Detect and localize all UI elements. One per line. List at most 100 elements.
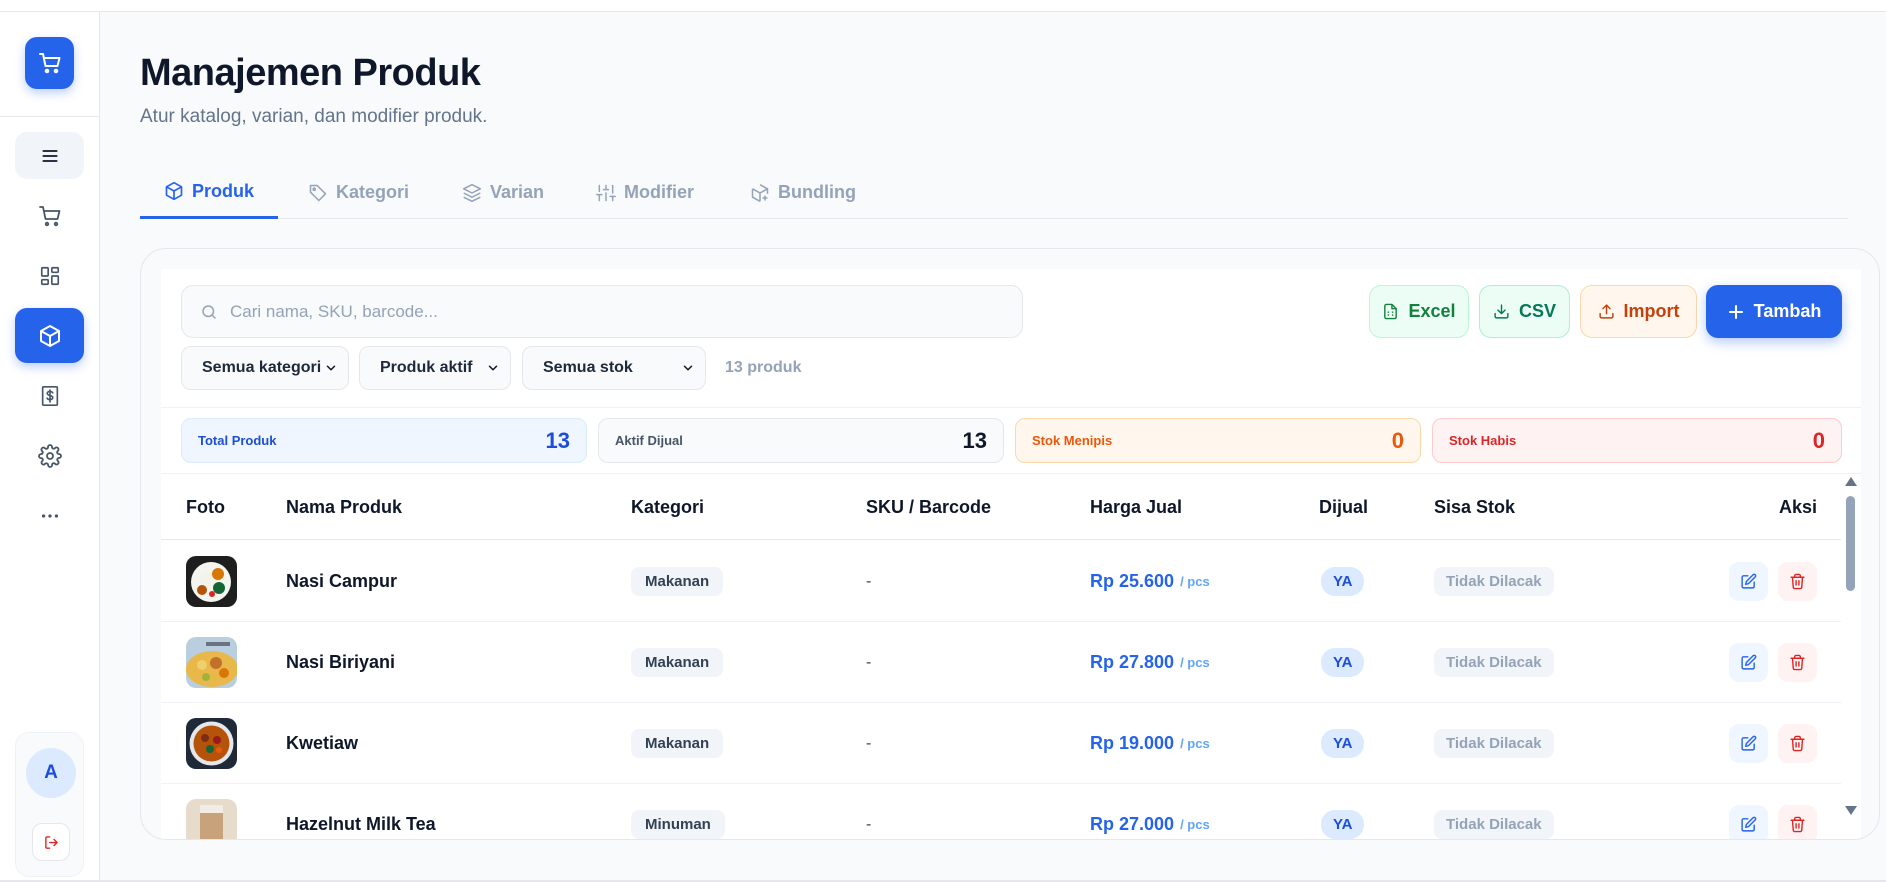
- stat-label: Stok Menipis: [1032, 433, 1113, 448]
- sidebar-menu-toggle[interactable]: [15, 132, 84, 179]
- tab-modifier[interactable]: Modifier: [572, 166, 718, 219]
- sold-badge: YA: [1321, 810, 1365, 839]
- table-row[interactable]: Nasi Campur Makanan - Rp 25.600/ pcs YA …: [161, 541, 1841, 622]
- tab-bar: Produk Kategori Varian Modifier Bundling: [140, 166, 1848, 219]
- category-chip: Makanan: [631, 567, 724, 596]
- tab-bundling[interactable]: Bundling: [726, 166, 880, 219]
- price-unit: / pcs: [1180, 574, 1210, 589]
- tab-kategori[interactable]: Kategori: [284, 166, 433, 219]
- stock-badge: Tidak Dilacak: [1434, 729, 1554, 758]
- price-value: Rp 27.800: [1090, 652, 1175, 672]
- stock-badge: Tidak Dilacak: [1434, 567, 1554, 596]
- sidebar-item-more[interactable]: [15, 492, 84, 539]
- app-logo[interactable]: [25, 37, 74, 89]
- sidebar-item-finance[interactable]: [15, 372, 84, 419]
- search-input[interactable]: [230, 301, 990, 322]
- import-button[interactable]: Import: [1580, 285, 1697, 338]
- export-excel-button[interactable]: Excel: [1369, 285, 1469, 338]
- col-sku: SKU / Barcode: [866, 496, 992, 517]
- edit-icon: [1741, 816, 1757, 832]
- stat-value: 13: [545, 427, 570, 453]
- csv-label: CSV: [1518, 301, 1556, 321]
- delete-button[interactable]: [1778, 643, 1817, 682]
- table-scrollbar[interactable]: [1843, 474, 1859, 818]
- stat-value: 0: [1391, 427, 1404, 453]
- stat-value: 13: [962, 427, 987, 453]
- product-name: Hazelnut Milk Tea: [286, 814, 436, 834]
- tab-label: Modifier: [624, 182, 694, 202]
- stock-badge: Tidak Dilacak: [1434, 648, 1554, 677]
- sidebar-item-products[interactable]: [15, 308, 84, 363]
- status-filter-select[interactable]: Produk aktif: [359, 346, 511, 390]
- trash-icon: [1790, 735, 1805, 752]
- sidebar-item-pos[interactable]: [15, 192, 84, 239]
- product-name: Nasi Campur: [286, 571, 398, 591]
- edit-button[interactable]: [1729, 643, 1768, 682]
- price-value: Rp 27.000: [1090, 814, 1175, 834]
- dashboard-icon: [40, 266, 59, 285]
- money-icon: [41, 385, 58, 406]
- sidebar-item-dashboard[interactable]: [15, 252, 84, 299]
- plus-icon: [1728, 304, 1743, 319]
- avatar[interactable]: A: [26, 748, 76, 798]
- search-box[interactable]: [181, 285, 1023, 338]
- page-subtitle: Atur katalog, varian, dan modifier produ…: [140, 106, 488, 127]
- import-label: Import: [1623, 301, 1680, 321]
- table-row[interactable]: Nasi Biriyani Makanan - Rp 27.800 / pcs Y…: [161, 622, 1841, 703]
- product-name: Nasi Biriyani: [286, 652, 396, 672]
- scroll-up-arrow[interactable]: [1845, 477, 1857, 486]
- price-value: Rp 25.600: [1090, 571, 1175, 591]
- product-card: Excel CSV Import Tambah Semua kategori P…: [140, 248, 1880, 840]
- tab-produk[interactable]: Produk: [140, 166, 279, 219]
- product-photo: [186, 718, 237, 769]
- search-icon: [202, 304, 216, 319]
- table-row[interactable]: Kwetiaw Makanan - Rp 19.000 / pcs YA Tida…: [161, 703, 1841, 784]
- stat-low-stock: Stok Menipis 0: [1015, 418, 1421, 463]
- stock-badge: Tidak Dilacak: [1434, 810, 1554, 839]
- window-top-bar: [0, 0, 1886, 12]
- edit-button[interactable]: [1729, 805, 1768, 839]
- product-photo-cell: [186, 541, 237, 622]
- col-dijual: Dijual: [1319, 496, 1369, 517]
- col-kategori: Kategori: [631, 496, 705, 517]
- page-title: Manajemen Produk: [140, 52, 481, 94]
- table-row[interactable]: Hazelnut Milk Tea Minuman - Rp 27.000 / p…: [161, 784, 1841, 839]
- edit-icon: [1741, 573, 1757, 589]
- product-name: Kwetiaw: [286, 733, 359, 753]
- trash-icon: [1790, 573, 1805, 590]
- stat-out-of-stock: Stok Habis 0: [1432, 418, 1842, 463]
- tab-varian[interactable]: Varian: [438, 166, 568, 219]
- scroll-thumb[interactable]: [1846, 496, 1855, 591]
- layers-icon: [462, 183, 482, 202]
- edit-button[interactable]: [1729, 724, 1768, 763]
- box-icon: [165, 181, 183, 201]
- gear-icon: [37, 443, 62, 468]
- category-filter-select[interactable]: Semua kategori: [181, 346, 349, 390]
- sku-value: -: [866, 653, 872, 671]
- more-icon: [41, 513, 58, 518]
- file-spreadsheet-icon: [1384, 303, 1398, 320]
- export-csv-button[interactable]: CSV: [1479, 285, 1570, 338]
- tag-icon: [309, 184, 327, 201]
- product-count: 13 produk: [725, 359, 802, 376]
- trash-icon: [1790, 816, 1805, 833]
- edit-button[interactable]: [1729, 562, 1768, 601]
- sidebar-item-settings[interactable]: [15, 432, 84, 479]
- chevron-down-icon: [488, 365, 498, 371]
- edit-icon: [1741, 735, 1757, 751]
- delete-button[interactable]: [1778, 724, 1817, 763]
- divider: [161, 407, 1861, 408]
- price-value: Rp 19.000: [1090, 733, 1175, 753]
- delete-button[interactable]: [1778, 562, 1817, 601]
- stat-value: 0: [1812, 427, 1825, 453]
- delete-button[interactable]: [1778, 805, 1817, 839]
- scroll-down-arrow[interactable]: [1845, 806, 1857, 815]
- product-photo-cell: [186, 622, 237, 703]
- sidebar: A: [0, 12, 100, 880]
- add-product-button[interactable]: Tambah: [1706, 285, 1842, 338]
- sidebar-divider: [0, 116, 100, 117]
- excel-label: Excel: [1408, 301, 1456, 321]
- tab-label: Varian: [490, 182, 545, 202]
- stock-filter-select[interactable]: Semua stok: [522, 346, 706, 390]
- logout-button[interactable]: [32, 823, 70, 861]
